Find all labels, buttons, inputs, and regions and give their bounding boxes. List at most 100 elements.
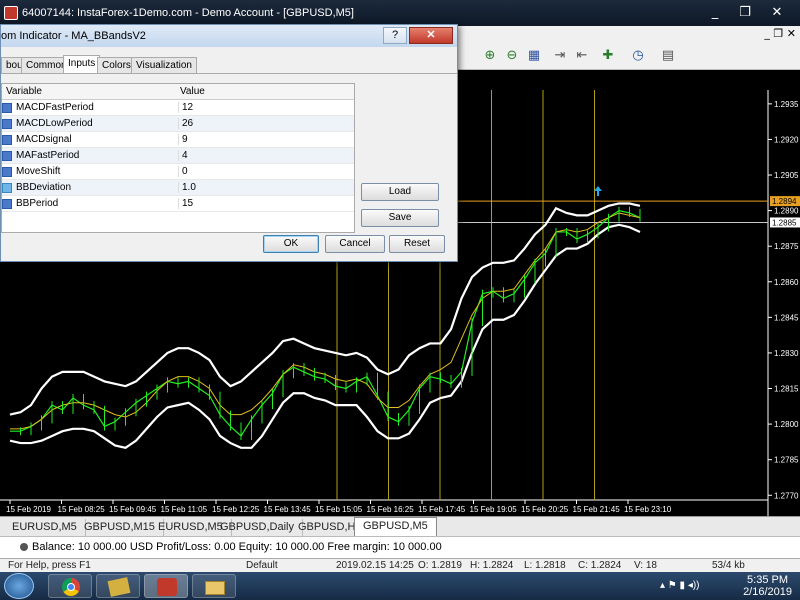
price-tick-label: 1.2935 [774, 100, 799, 109]
restore-button[interactable]: ❐ [732, 3, 758, 23]
indicators-icon[interactable]: ✚ [598, 46, 618, 66]
taskbar-clock[interactable]: 5:35 PM 2/16/2019 [743, 574, 792, 598]
tab-inputs[interactable]: Inputs [63, 55, 101, 74]
periods-icon[interactable]: ◷ [628, 46, 648, 66]
status-close: C: 1.2824 [578, 560, 622, 571]
param-value[interactable]: 4 [178, 150, 188, 161]
clock-date: 2/16/2019 [743, 586, 792, 598]
time-tick-label: 15 Feb 23:10 [624, 505, 672, 514]
zoom-in-icon[interactable]: ⊕ [480, 46, 500, 66]
tray-icons[interactable]: ▴ ⚑ ▮ ◂)) [660, 580, 700, 591]
param-value[interactable]: 12 [178, 102, 193, 113]
account-icon [20, 543, 28, 551]
param-name: MAFastPeriod [16, 150, 80, 161]
time-tick-label: 15 Feb 08:25 [58, 505, 106, 514]
zoom-out-icon[interactable]: ⊖ [502, 46, 522, 66]
param-name: BBPeriod [16, 198, 59, 209]
status-help: For Help, press F1 [8, 560, 91, 571]
grid-row[interactable]: MACDFastPeriod 12 [2, 100, 354, 116]
status-low: L: 1.2818 [524, 560, 566, 571]
windows-taskbar: ▴ ⚑ ▮ ◂)) 5:35 PM 2/16/2019 [0, 572, 800, 600]
chrome-taskbar-icon[interactable] [48, 574, 92, 598]
grid-row[interactable]: MACDLowPeriod 26 [2, 116, 354, 132]
dialog-help-button[interactable]: ? [383, 27, 407, 44]
int-type-icon [2, 119, 12, 129]
inputs-grid: Variable Value MACDFastPeriod 12 MACDLow… [1, 83, 355, 233]
chart-tab-active[interactable]: GBPUSD,M5 [354, 517, 437, 537]
status-high: H: 1.2824 [470, 560, 514, 571]
reset-button[interactable]: Reset [389, 235, 445, 253]
time-tick-label: 15 Feb 15:05 [315, 505, 363, 514]
dialog-title: om Indicator - MA_BBandsV2 [1, 30, 146, 42]
chart-shift-icon[interactable]: ⇤ [572, 46, 592, 66]
start-button[interactable] [4, 573, 34, 599]
price-tick-label: 1.2800 [774, 420, 799, 429]
dialog-close-button[interactable]: ✕ [409, 27, 453, 44]
templates-icon[interactable]: ▤ [658, 46, 678, 66]
int-type-icon [2, 103, 12, 113]
int-type-icon [2, 167, 12, 177]
param-value[interactable]: 1.0 [178, 182, 196, 193]
close-button[interactable]: ✕ [764, 3, 790, 23]
param-name: MoveShift [16, 166, 61, 177]
param-name: BBDeviation [16, 182, 72, 193]
status-traffic: 53/4 kb [712, 560, 745, 571]
price-tick-label: 1.2860 [774, 278, 799, 287]
load-button[interactable]: Load [361, 183, 439, 201]
app-logo-icon [4, 6, 18, 20]
header-variable: Variable [6, 86, 42, 97]
window-titlebar: 64007144: InstaForex-1Demo.com - Demo Ac… [0, 0, 800, 26]
minimize-button[interactable]: _ [702, 3, 728, 23]
cancel-button[interactable]: Cancel [325, 235, 385, 253]
param-value[interactable]: 26 [178, 118, 193, 129]
price-tick-label: 1.2890 [774, 207, 799, 216]
time-tick-label: 15 Feb 2019 [6, 505, 51, 514]
price-marker-label: 1.2894 [772, 197, 797, 206]
header-value: Value [180, 86, 205, 97]
window-title: 64007144: InstaForex-1Demo.com - Demo Ac… [22, 7, 354, 19]
grid-row[interactable]: MoveShift 0 [2, 164, 354, 180]
price-tick-label: 1.2905 [774, 171, 799, 180]
price-tick-label: 1.2815 [774, 385, 799, 394]
status-time: 2019.02.15 14:25 [336, 560, 414, 571]
autoscroll-icon[interactable]: ⇥ [550, 46, 570, 66]
grid-row[interactable]: BBDeviation 1.0 [2, 180, 354, 196]
double-type-icon [2, 183, 12, 193]
status-open: O: 1.2819 [418, 560, 462, 571]
time-tick-label: 15 Feb 16:25 [367, 505, 415, 514]
price-tick-label: 1.2875 [774, 242, 799, 251]
ok-button[interactable]: OK [263, 235, 319, 253]
terminal-taskbar-icon[interactable] [96, 574, 140, 598]
param-value[interactable]: 15 [178, 198, 193, 209]
price-tick-label: 1.2770 [774, 491, 799, 500]
price-tick-label: 1.2845 [774, 313, 799, 322]
time-tick-label: 15 Feb 13:45 [264, 505, 312, 514]
price-tick-label: 1.2920 [774, 135, 799, 144]
dialog-titlebar: om Indicator - MA_BBandsV2 ? ✕ [1, 25, 457, 47]
tab-divider [1, 73, 457, 74]
int-type-icon [2, 199, 12, 209]
grid-header: Variable Value [2, 84, 354, 100]
explorer-taskbar-icon[interactable] [192, 574, 236, 598]
signal-arrow-icon [594, 186, 602, 196]
instaforex-taskbar-icon[interactable] [144, 574, 188, 598]
status-profile[interactable]: Default [246, 560, 278, 571]
param-value[interactable]: 0 [178, 166, 188, 177]
time-tick-label: 15 Feb 21:45 [573, 505, 621, 514]
grid-row[interactable]: MACDsignal 9 [2, 132, 354, 148]
grid-row[interactable]: BBPeriod 15 [2, 196, 354, 212]
tile-windows-icon[interactable]: ▦ [524, 46, 544, 66]
time-tick-label: 15 Feb 17:45 [418, 505, 466, 514]
tab-visualization[interactable]: Visualization [131, 57, 197, 74]
grid-row[interactable]: MAFastPeriod 4 [2, 148, 354, 164]
chart-tab[interactable]: EURUSD,M5 [4, 519, 86, 536]
param-value[interactable]: 9 [178, 134, 188, 145]
save-button[interactable]: Save [361, 209, 439, 227]
child-window-controls[interactable]: _ ❐ ✕ [740, 27, 796, 41]
param-name: MACDsignal [16, 134, 72, 145]
indicator-dialog: om Indicator - MA_BBandsV2 ? ✕ bout Comm… [0, 24, 458, 262]
param-name: MACDLowPeriod [16, 118, 93, 129]
time-tick-label: 15 Feb 20:25 [521, 505, 569, 514]
chart-tabs: EURUSD,M5 GBPUSD,M15 EURUSD,M5 GBPUSD,Da… [0, 516, 800, 537]
clock-time: 5:35 PM [747, 574, 789, 586]
